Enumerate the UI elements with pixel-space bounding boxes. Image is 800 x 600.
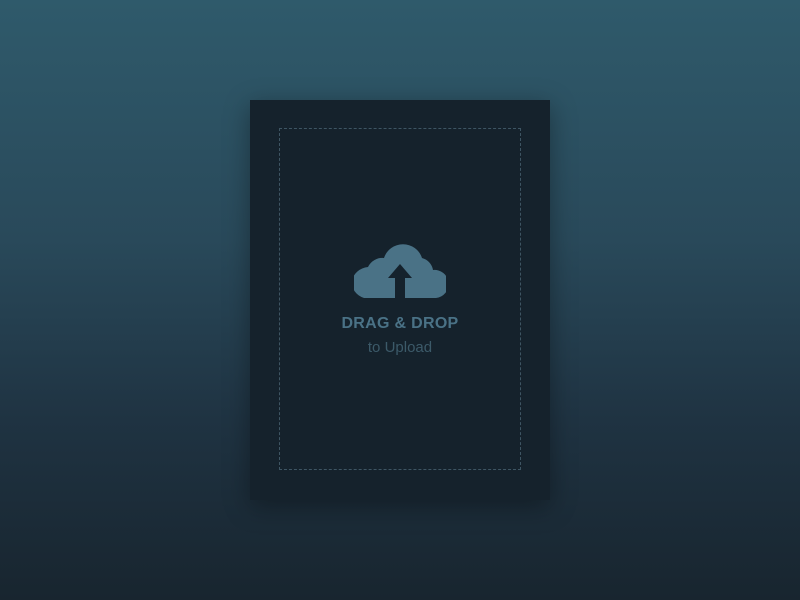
drop-content: DRAG & DROP to Upload xyxy=(280,240,520,356)
drop-title: DRAG & DROP xyxy=(341,315,459,332)
upload-card: DRAG & DROP to Upload xyxy=(250,100,550,500)
cloud-upload-icon xyxy=(354,244,446,298)
drop-subtitle: to Upload xyxy=(367,339,433,356)
drop-zone[interactable]: DRAG & DROP to Upload xyxy=(279,128,521,470)
